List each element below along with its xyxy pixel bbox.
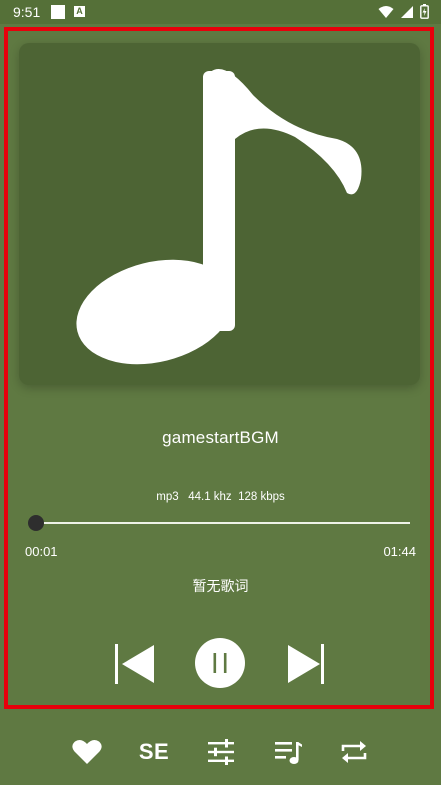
- favorite-button[interactable]: [69, 736, 105, 768]
- app-a-icon: A: [74, 6, 85, 17]
- song-title: gamestartBGM: [162, 428, 279, 447]
- signal-icon: [401, 5, 413, 18]
- seek-bar-track[interactable]: [36, 522, 410, 524]
- repeat-icon: [341, 741, 367, 763]
- album-art: [19, 43, 420, 385]
- pause-icon: [213, 653, 227, 673]
- status-icons: [378, 4, 429, 19]
- equalizer-button[interactable]: [203, 736, 239, 768]
- play-pause-button[interactable]: [195, 638, 245, 688]
- status-bar: 9:51 A: [0, 0, 441, 24]
- wifi-icon: [378, 5, 394, 18]
- equalizer-sliders-icon: [208, 739, 234, 765]
- seek-bar-thumb[interactable]: [28, 515, 44, 531]
- lyrics-text: 暂无歌词: [192, 578, 249, 594]
- repeat-button[interactable]: [336, 736, 372, 768]
- total-time: 01:44: [383, 544, 416, 559]
- previous-button[interactable]: [112, 642, 158, 686]
- next-button[interactable]: [284, 642, 330, 686]
- sound-effect-label: SE: [138, 739, 170, 764]
- battery-icon: [420, 4, 429, 19]
- skip-previous-icon: [115, 644, 154, 684]
- music-note-icon: [76, 69, 362, 365]
- status-time: 9:51: [13, 4, 41, 20]
- heart-icon: [72, 739, 102, 764]
- skip-next-icon: [288, 644, 324, 684]
- bottom-action-bar: SE: [0, 722, 441, 780]
- playlist-icon: [275, 742, 302, 764]
- current-time: 00:01: [25, 544, 58, 559]
- notification-square-icon: [51, 5, 65, 19]
- audio-format-info: mp3 44.1 khz 128 kbps: [156, 491, 285, 503]
- playlist-button[interactable]: [270, 736, 306, 768]
- sound-effect-button[interactable]: SE: [136, 736, 172, 768]
